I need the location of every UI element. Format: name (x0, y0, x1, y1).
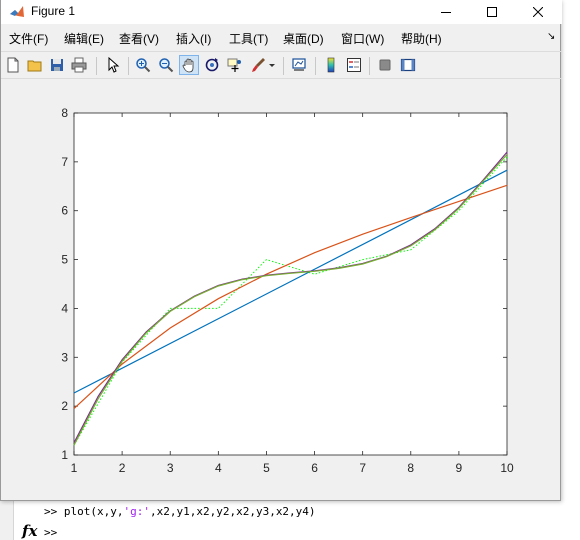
x-tick-label: 5 (263, 461, 270, 475)
y-tick-label: 4 (61, 301, 68, 315)
menu-window[interactable]: 窗口(W) (341, 30, 384, 47)
open-file-icon[interactable] (25, 55, 45, 75)
show-plot-tools-icon[interactable] (398, 55, 418, 75)
line-chart[interactable]: 1 2 3 4 5 6 7 8 9 10 1 2 3 4 5 6 7 8 (1, 80, 562, 500)
x-tick-label: 2 (119, 461, 126, 475)
window-title: Figure 1 (31, 4, 76, 18)
maximize-button[interactable] (469, 0, 515, 24)
x-tick-label: 4 (215, 461, 222, 475)
toolbar-separator (283, 57, 284, 75)
minimize-button[interactable] (423, 0, 469, 24)
command-history-line: >> plot(x,y,'g:',x2,y1,x2,y2,x2,y3,x2,y4… (44, 505, 316, 518)
brush-dropdown-icon[interactable] (267, 55, 277, 75)
maximize-icon (487, 7, 497, 17)
menu-desktop[interactable]: 桌面(D) (283, 30, 324, 47)
menu-dock-arrow-icon[interactable]: ↘ (547, 31, 555, 42)
minimize-icon (441, 12, 451, 13)
hide-plot-tools-icon[interactable] (375, 55, 395, 75)
menu-view[interactable]: 查看(V) (119, 30, 159, 47)
command-window-gutter (0, 500, 14, 540)
x-tick-label: 9 (456, 461, 463, 475)
new-figure-icon[interactable] (3, 55, 23, 75)
x-tick-label: 8 (407, 461, 414, 475)
y-tick-label: 6 (61, 204, 68, 218)
menu-tools[interactable]: 工具(T) (229, 30, 268, 47)
menu-help[interactable]: 帮助(H) (401, 30, 442, 47)
title-bar[interactable]: Figure 1 (1, 0, 562, 24)
zoom-in-icon[interactable] (133, 55, 153, 75)
x-tick-label: 6 (311, 461, 318, 475)
rotate-3d-icon[interactable] (202, 55, 222, 75)
figure-window: Figure 1 文件(F) 编辑(E) 查看(V) 插入(I) 工具(T) 桌… (0, 0, 562, 501)
matlab-logo-icon (10, 6, 24, 17)
y-tick-label: 1 (61, 448, 68, 462)
x-tick-label: 3 (167, 461, 174, 475)
save-icon[interactable] (47, 55, 67, 75)
y-tick-label: 8 (61, 106, 68, 120)
close-button[interactable] (515, 0, 561, 24)
toolbar-separator (315, 57, 316, 75)
pan-hand-icon[interactable] (179, 55, 199, 75)
x-tick-label: 1 (71, 461, 78, 475)
menu-bar: 文件(F) 编辑(E) 查看(V) 插入(I) 工具(T) 桌面(D) 窗口(W… (1, 27, 562, 49)
menu-insert[interactable]: 插入(I) (176, 30, 211, 47)
toolbar-separator (96, 57, 97, 75)
x-tick-label: 7 (359, 461, 366, 475)
figure-canvas[interactable]: 1 2 3 4 5 6 7 8 9 10 1 2 3 4 5 6 7 8 (1, 80, 562, 500)
axes-box (73, 112, 508, 456)
pointer-icon[interactable] (103, 55, 123, 75)
zoom-out-icon[interactable] (156, 55, 176, 75)
menu-edit[interactable]: 编辑(E) (64, 30, 104, 47)
data-cursor-icon[interactable] (225, 55, 245, 75)
legend-icon[interactable] (344, 55, 364, 75)
command-prompt[interactable]: >> (44, 526, 57, 539)
toolbar-separator (128, 57, 129, 75)
y-tick-label: 7 (61, 155, 68, 169)
y-tick-label: 3 (61, 350, 68, 364)
toolbar-separator (369, 57, 370, 75)
brush-icon[interactable] (248, 55, 268, 75)
link-plot-icon[interactable] (289, 55, 309, 75)
close-icon (533, 7, 543, 17)
y-tick-label: 2 (61, 399, 68, 413)
menu-file[interactable]: 文件(F) (9, 30, 48, 47)
colorbar-icon[interactable] (321, 55, 341, 75)
figure-toolbar (1, 51, 562, 79)
function-browser-icon[interactable]: fx (22, 522, 37, 540)
print-icon[interactable] (69, 55, 89, 75)
x-tick-label: 10 (500, 461, 514, 475)
y-tick-label: 5 (61, 253, 68, 267)
